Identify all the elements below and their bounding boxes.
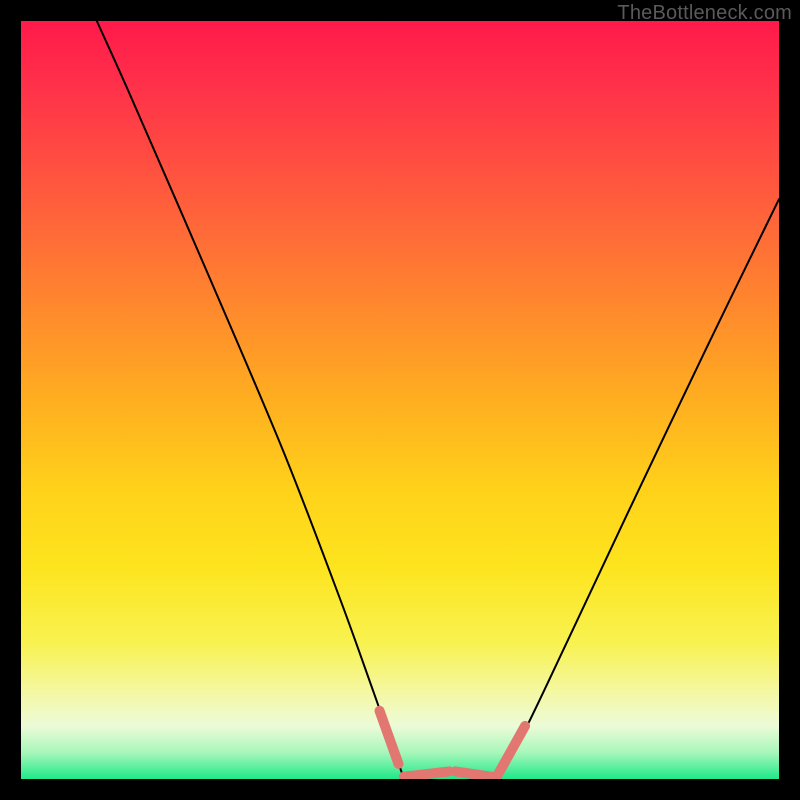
accent-dash: [455, 771, 496, 777]
accent-dash: [496, 726, 525, 778]
watermark-text: TheBottleneck.com: [617, 2, 792, 25]
accent-dash: [380, 711, 399, 764]
accent-dashes: [21, 21, 779, 779]
chart-stage: TheBottleneck.com: [0, 0, 800, 800]
plot-area: [21, 21, 779, 779]
accent-dash: [404, 771, 449, 776]
